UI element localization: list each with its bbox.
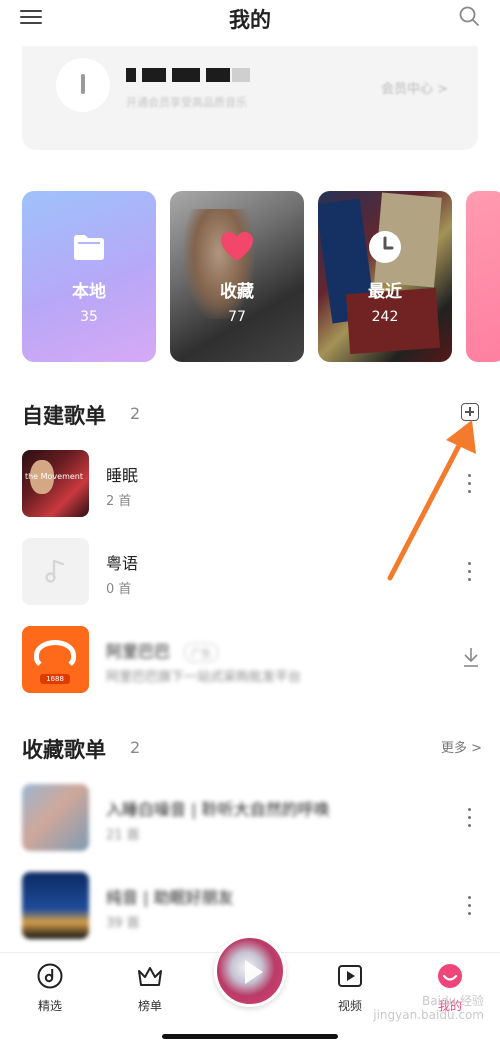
- watermark-line: Baidu 经验: [422, 994, 484, 1008]
- heart-icon: [221, 232, 253, 261]
- member-subtitle: 开通会员享受高品质音乐: [126, 96, 247, 109]
- page-title: 我的: [229, 8, 271, 32]
- cover-text: the Movement: [24, 472, 83, 481]
- more-options-icon[interactable]: [468, 896, 472, 916]
- playlist-count: 39 首: [106, 916, 140, 931]
- playlist-title: 纯音 | 助眠好朋友: [106, 888, 234, 907]
- ad-row[interactable]: 1688 阿里巴巴 广告 阿里巴巴旗下一站式采购批发平台: [0, 626, 500, 698]
- recent-count: 242: [371, 309, 399, 325]
- tab-label: 精选: [37, 999, 62, 1013]
- member-card[interactable]: 开通会员享受高品质音乐 会员中心 >: [22, 46, 478, 150]
- extra-card-partial[interactable]: [466, 191, 500, 362]
- watermark-line: jingyan.baidu.com: [373, 1008, 484, 1022]
- playlist-title: 入睡白噪音 | 聆听大自然的呼唤: [106, 800, 330, 819]
- playlist-row[interactable]: 纯音 | 助眠好朋友 39 首: [0, 872, 500, 944]
- local-count: 35: [80, 309, 98, 325]
- tab-label: 视频: [337, 999, 362, 1013]
- playlist-row[interactable]: 入睡白噪音 | 聆听大自然的呼唤 21 首: [0, 784, 500, 856]
- local-label: 本地: [72, 282, 106, 302]
- home-indicator: [162, 1034, 338, 1039]
- more-link[interactable]: 更多 >: [441, 737, 482, 756]
- smile-icon: [438, 964, 462, 988]
- playlist-cover: [22, 872, 89, 939]
- playlist-count: 21 首: [106, 828, 140, 843]
- add-playlist-button[interactable]: [461, 403, 479, 421]
- playlist-cover: [22, 538, 89, 605]
- tab-label: 榜单: [137, 999, 162, 1013]
- ad-tag: 广告: [184, 643, 219, 662]
- member-center-link[interactable]: 会员中心 >: [381, 78, 448, 97]
- favorites-card[interactable]: 收藏 77: [170, 191, 304, 362]
- playlist-title: 睡眠: [106, 466, 139, 485]
- playlist-row[interactable]: 粤语 0 首: [0, 538, 500, 610]
- favorites-count: 77: [228, 309, 246, 325]
- fav-playlists-title: 收藏歌单: [22, 738, 106, 762]
- playlist-count: 2 首: [106, 494, 132, 509]
- crown-icon: [138, 967, 162, 986]
- tab-charts[interactable]: 榜单: [120, 963, 180, 1014]
- disc-icon: [37, 963, 63, 989]
- clock-icon: [369, 231, 401, 263]
- recent-label: 最近: [368, 282, 402, 302]
- ad-badge-text: 1688: [46, 675, 64, 683]
- ad-cover: 1688: [22, 626, 89, 693]
- recent-card[interactable]: 最近 242: [318, 191, 452, 362]
- self-playlists-count: 2: [130, 404, 141, 423]
- local-music-card[interactable]: 本地 35: [22, 191, 156, 362]
- playlist-count: 0 首: [106, 582, 132, 597]
- username-redacted: [126, 64, 256, 84]
- tab-featured[interactable]: 精选: [20, 963, 80, 1014]
- playlist-title: 粤语: [106, 554, 139, 573]
- search-icon[interactable]: [458, 5, 480, 27]
- avatar[interactable]: [56, 58, 110, 112]
- more-options-icon[interactable]: [468, 808, 472, 828]
- folder-icon: [74, 235, 104, 260]
- playlist-row[interactable]: the Movement 睡眠 2 首: [0, 450, 500, 522]
- now-playing-disc[interactable]: [214, 935, 286, 1007]
- top-bar: 我的: [0, 0, 500, 40]
- playlist-cover: the Movement: [22, 450, 89, 517]
- ad-logo: [34, 640, 76, 670]
- ad-badge: 1688: [40, 674, 70, 684]
- playlist-cover: [22, 784, 89, 851]
- favorites-label: 收藏: [220, 282, 254, 302]
- self-playlists-title: 自建歌单: [22, 404, 106, 428]
- watermark: Baidu 经验 jingyan.baidu.com: [373, 994, 484, 1022]
- ad-title-text: 阿里巴巴: [106, 642, 171, 661]
- play-icon: [245, 960, 263, 984]
- download-icon[interactable]: [462, 646, 480, 668]
- fav-playlists-count: 2: [130, 738, 141, 757]
- ad-title: 阿里巴巴 广告: [106, 638, 219, 662]
- more-options-icon[interactable]: [468, 474, 472, 494]
- ad-subtitle: 阿里巴巴旗下一站式采购批发平台: [106, 670, 302, 685]
- video-icon: [338, 965, 362, 987]
- more-options-icon[interactable]: [468, 562, 472, 582]
- music-note-icon: [45, 559, 65, 583]
- tab-video[interactable]: 视频: [320, 963, 380, 1014]
